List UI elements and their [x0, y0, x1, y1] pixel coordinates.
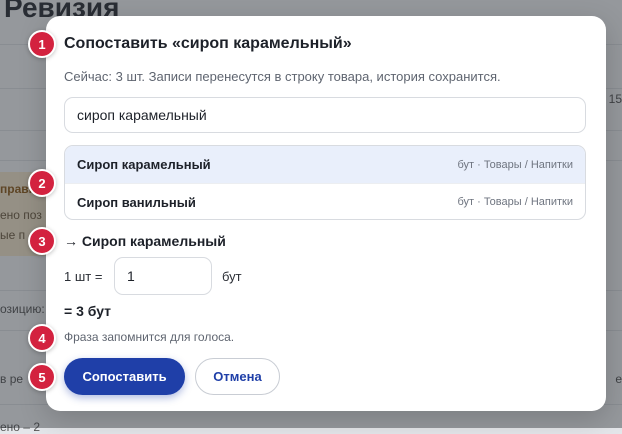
product-options-list: Сироп карамельный бут · Товары / Напитки… — [64, 145, 586, 220]
step-badge-1: 1 — [28, 30, 56, 58]
option-meta: бут · Товары / Напитки — [457, 158, 573, 171]
option-name: Сироп карамельный — [77, 157, 211, 172]
option-name: Сироп ванильный — [77, 194, 196, 210]
conversion-result: = 3 бут — [64, 303, 112, 319]
voice-hint: Фраза запомнится для голоса. — [64, 330, 235, 344]
cancel-button[interactable]: Отмена — [195, 358, 280, 395]
confirm-match-button[interactable]: Сопоставить — [64, 358, 185, 395]
conversion-lhs: 1 шт = — [64, 268, 103, 284]
conversion-quantity-input[interactable] — [114, 257, 212, 295]
step-badge-2: 2 — [28, 169, 56, 197]
step-badge-4: 4 — [28, 324, 56, 352]
option-meta: бут · Товары / Напитки — [457, 196, 573, 208]
option-syrup-vanilla[interactable]: Сироп ванильный бут · Товары / Напитки — [65, 183, 585, 219]
step-badge-3: 3 — [28, 227, 56, 255]
unit-conversion: 1 шт = бут — [64, 257, 242, 295]
dialog-title: Сопоставить «сироп карамельный» — [64, 35, 352, 52]
selected-product: → Сироп карамельный — [64, 233, 226, 249]
match-dialog: Сопоставить «сироп карамельный» Сейчас: … — [46, 16, 606, 411]
conversion-unit: бут — [222, 268, 242, 284]
option-syrup-caramel[interactable]: Сироп карамельный бут · Товары / Напитки — [65, 146, 585, 183]
step-badge-5: 5 — [28, 363, 56, 391]
dialog-subtitle: Сейчас: 3 шт. Записи перенесутся в строк… — [64, 69, 501, 84]
search-input[interactable] — [64, 97, 586, 133]
